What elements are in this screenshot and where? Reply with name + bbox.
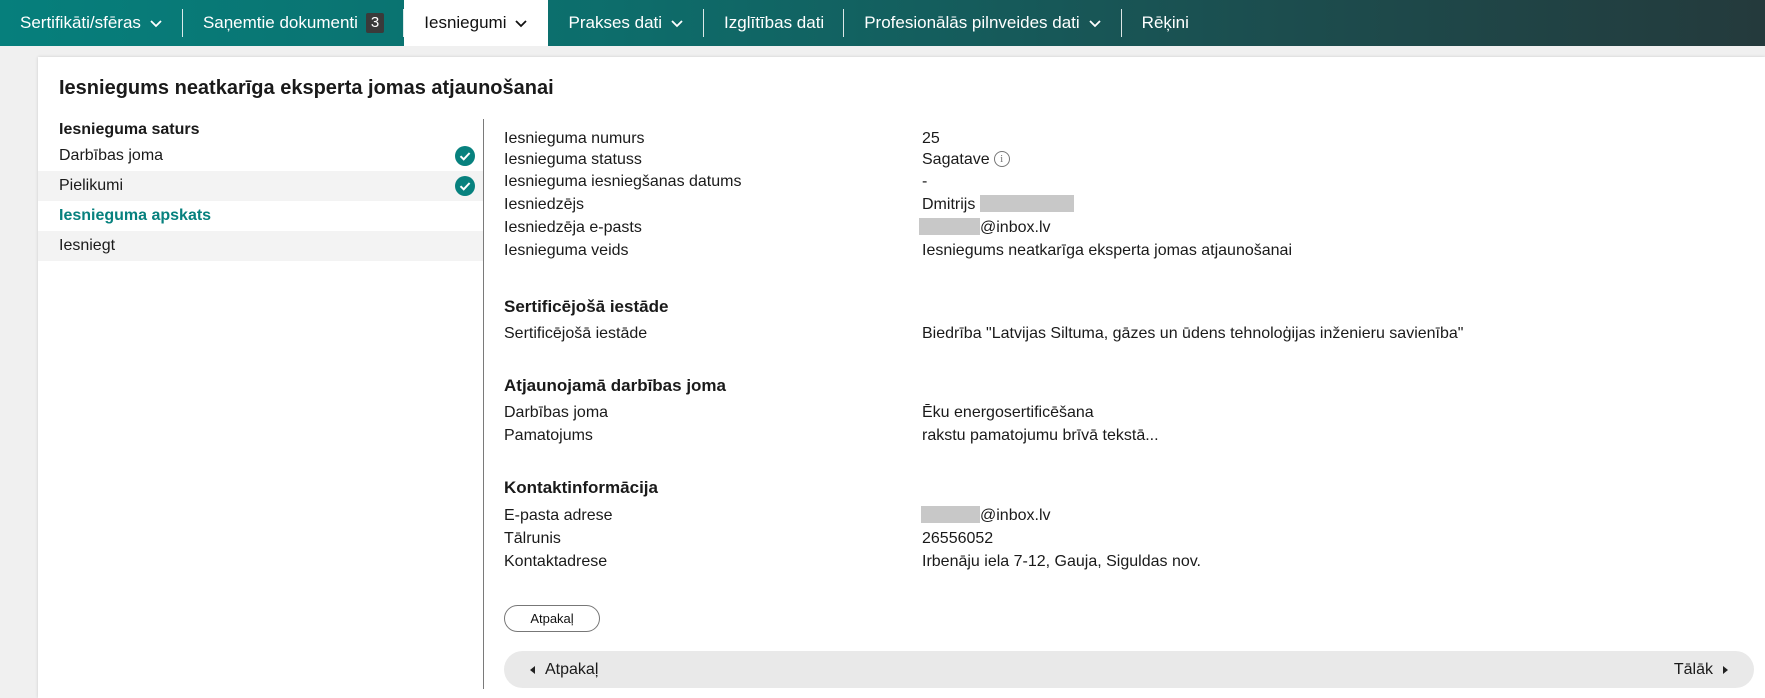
nav-received-docs-label: Saņemtie dokumenti — [202, 13, 358, 32]
nav-received-docs[interactable]: Saņemtie dokumenti 3 — [183, 0, 405, 46]
check-circle-icon — [455, 176, 475, 196]
submitter-email: @inbox.lv — [980, 219, 1051, 236]
justification-value: rakstu pamatojumu brīvā tekstā... — [922, 427, 1159, 444]
sidebar-item-label: Pielikumi — [59, 177, 124, 194]
nav-professional-label: Profesionālās pilnveides dati — [864, 13, 1080, 32]
section-title-field: Atjaunojamā darbības joma — [504, 376, 726, 395]
chevron-down-icon — [514, 16, 528, 30]
cert-body-value: Biedrība "Latvijas Siltuma, gāzes un ūde… — [922, 325, 1464, 342]
sidebar-item-label: Darbības joma — [59, 147, 164, 164]
nav-education-label: Izglītības dati — [724, 13, 825, 32]
info-icon[interactable]: i — [993, 151, 1010, 167]
detail-label: Pamatojums — [504, 427, 593, 444]
step-pager: Atpakaļ Tālāk — [504, 651, 1754, 688]
detail-label: Sertificējošā iestāde — [504, 325, 648, 342]
pager-prev-button[interactable]: Atpakaļ — [530, 651, 598, 688]
nav-certificates-label: Sertifikāti/sfēras — [20, 13, 141, 32]
pager-next-button[interactable]: Tālāk — [1674, 651, 1728, 688]
chevron-down-icon — [670, 16, 684, 30]
top-navigation: Sertifikāti/sfēras Saņemtie dokumenti 3 … — [0, 0, 1765, 46]
detail-label: Iesnieguma veids — [504, 242, 629, 259]
nav-submissions-label: Iesniegumi — [424, 13, 507, 32]
contact-address: Irbenāju iela 7-12, Gauja, Siguldas nov. — [922, 553, 1201, 570]
caret-left-icon — [530, 665, 535, 674]
sidebar-item-label: Iesniegt — [59, 237, 116, 254]
nav-submissions[interactable]: Iesniegumi — [404, 0, 549, 46]
sidebar-item-label: Iesnieguma apskats — [59, 207, 212, 224]
section-title-contact: Kontaktinformācija — [504, 478, 658, 497]
redacted-email-user — [921, 506, 980, 523]
sidebar-item-review[interactable]: Iesnieguma apskats — [38, 201, 483, 231]
submission-number: 25 — [922, 130, 940, 147]
submission-type: Iesniegums neatkarīga eksperta jomas atj… — [922, 242, 1292, 259]
page-title: Iesniegums neatkarīga eksperta jomas atj… — [59, 77, 554, 99]
caret-right-icon — [1723, 665, 1728, 674]
detail-label: Kontaktadrese — [504, 553, 608, 570]
chevron-down-icon — [1088, 16, 1102, 30]
contact-phone: 26556052 — [922, 530, 994, 547]
contact-email: @inbox.lv — [980, 507, 1051, 524]
redacted-email-user — [919, 218, 980, 235]
detail-label: Iesnieguma iesniegšanas datums — [504, 173, 742, 190]
detail-label: Darbības joma — [504, 404, 609, 421]
nav-practice[interactable]: Prakses dati — [548, 0, 704, 46]
detail-label: Iesniedzējs — [504, 196, 585, 213]
sidebar-item-field[interactable]: Darbības joma — [38, 141, 483, 171]
nav-invoices-label: Rēķini — [1141, 13, 1189, 32]
submission-steps-sidebar: Iesnieguma saturs Darbības joma Pielikum… — [38, 119, 483, 261]
nav-professional[interactable]: Profesionālās pilnveides dati — [844, 0, 1123, 46]
nav-education[interactable]: Izglītības dati — [704, 0, 845, 46]
nav-certificates[interactable]: Sertifikāti/sfēras — [0, 0, 183, 46]
detail-label: Iesnieguma statuss — [504, 151, 642, 168]
sidebar-item-attachments[interactable]: Pielikumi — [38, 171, 483, 201]
vertical-divider — [483, 119, 484, 689]
submitter-name: Dmitrijs — [922, 196, 976, 213]
section-title-cert-body: Sertificējošā iestāde — [504, 297, 669, 316]
detail-label: Iesnieguma numurs — [504, 130, 645, 147]
submission-status: Sagatave — [922, 151, 990, 168]
pager-next-label: Tālāk — [1673, 660, 1713, 678]
field-value: Ēku energosertificēšana — [922, 404, 1094, 421]
nav-invoices[interactable]: Rēķini — [1122, 0, 1209, 46]
submission-card: Iesniegums neatkarīga eksperta jomas atj… — [38, 57, 1765, 698]
back-button[interactable]: Atpakaļ — [504, 605, 600, 632]
detail-label: Iesniedzēja e-pasts — [504, 219, 642, 236]
sidebar-heading: Iesnieguma saturs — [59, 121, 200, 138]
submission-date: - — [922, 173, 928, 190]
detail-label: Tālrunis — [504, 530, 561, 547]
nav-practice-label: Prakses dati — [568, 13, 663, 32]
chevron-down-icon — [149, 16, 163, 30]
received-docs-count-badge: 3 — [365, 13, 385, 33]
sidebar-item-submit[interactable]: Iesniegt — [38, 231, 483, 261]
detail-label: E-pasta adrese — [504, 507, 613, 524]
check-circle-icon — [455, 146, 475, 166]
pager-prev-label: Atpakaļ — [545, 660, 599, 678]
redacted-surname — [979, 195, 1074, 212]
